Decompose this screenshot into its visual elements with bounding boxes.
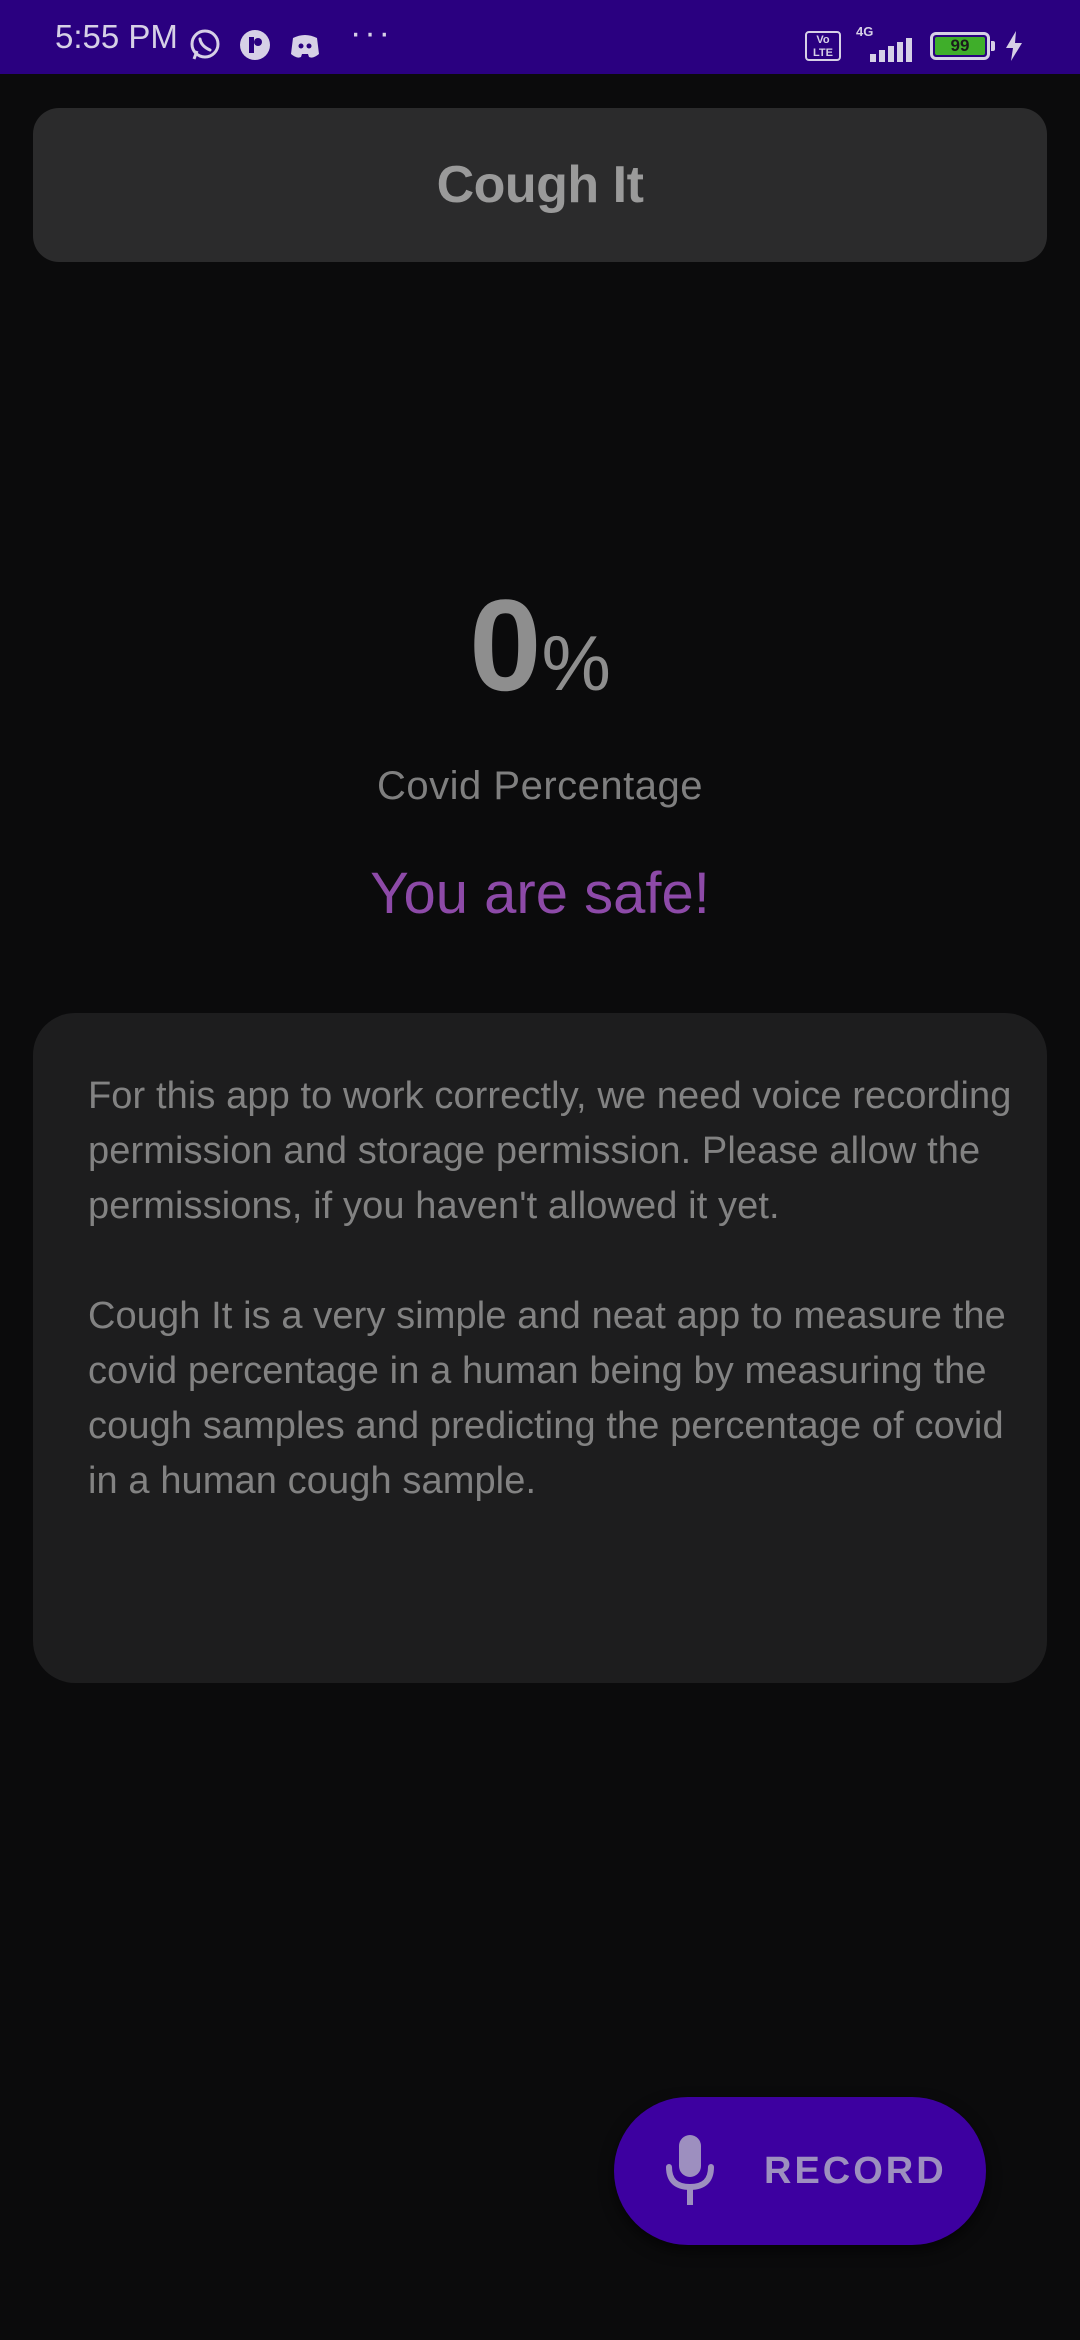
status-time: 5:55 PM <box>55 18 178 55</box>
record-button[interactable]: RECORD <box>614 2097 986 2245</box>
more-icon: ··· <box>350 14 393 52</box>
safety-status: You are safe! <box>370 861 710 926</box>
charging-bolt-icon <box>1003 30 1025 62</box>
info-text: For this app to work correctly, we need … <box>88 1069 1028 1509</box>
app-title: Cough It <box>436 156 644 214</box>
app-header: Cough It <box>33 108 1047 262</box>
percentage-symbol: % <box>541 619 611 707</box>
signal-icon: 4G <box>848 24 918 62</box>
permissions-paragraph: For this app to work correctly, we need … <box>88 1075 1012 1227</box>
app-description-paragraph: Cough It is a very simple and neat app t… <box>88 1295 1006 1502</box>
whatsapp-icon <box>188 28 222 62</box>
status-bar: 5:55 PM ··· Vo LTE 4G 99 <box>0 0 1080 74</box>
percentage-label: Covid Percentage <box>377 764 703 808</box>
microphone-icon <box>662 2135 718 2207</box>
app-icon <box>238 28 272 62</box>
volte-icon: Vo LTE <box>805 31 841 61</box>
percentage-value: 0 <box>469 572 541 718</box>
battery-level: 99 <box>935 37 985 55</box>
covid-percentage-display: 0% <box>0 570 1080 720</box>
battery-icon: 99 <box>930 32 995 60</box>
info-card: For this app to work correctly, we need … <box>33 1013 1047 1683</box>
discord-icon <box>288 28 322 62</box>
record-label: RECORD <box>764 2150 947 2192</box>
network-type-label: 4G <box>856 24 874 39</box>
